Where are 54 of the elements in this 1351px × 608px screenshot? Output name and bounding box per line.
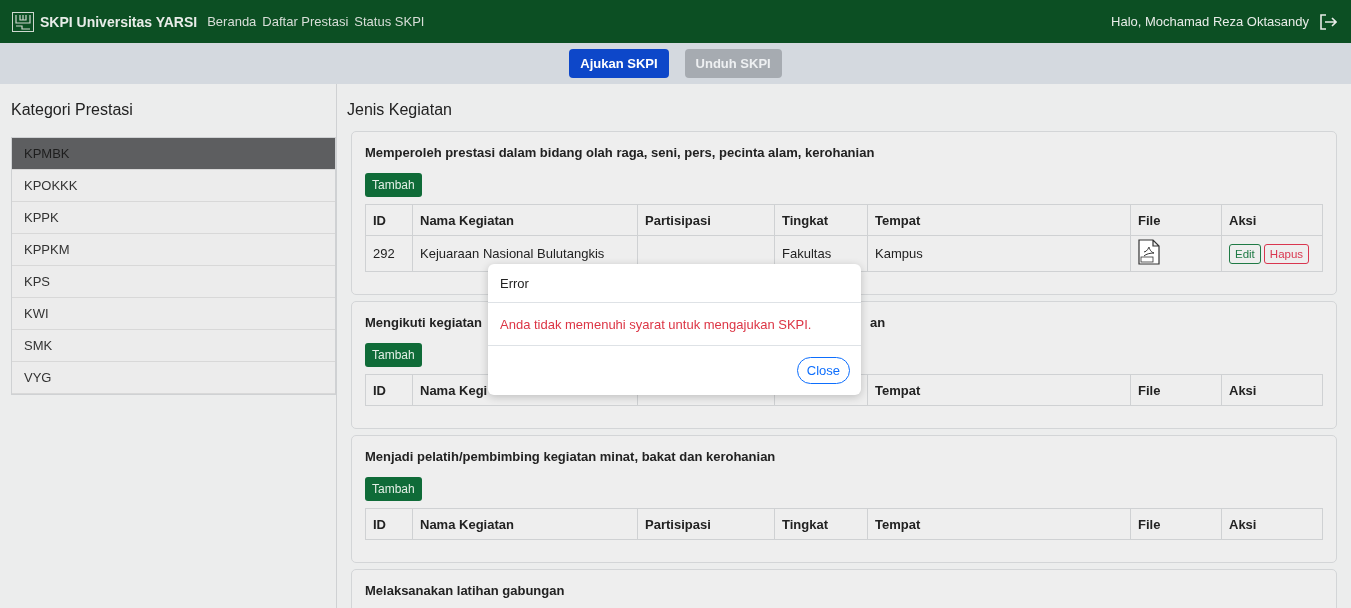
sidebar-item[interactable]: VYG: [12, 362, 335, 394]
card-title: Mengikuti kegiatan: [365, 315, 483, 330]
nav-link[interactable]: Status SKPI: [354, 14, 425, 29]
column-header: Partisipasi: [645, 516, 711, 532]
column-header: Aksi: [1229, 516, 1257, 532]
column-header: Tingkat: [782, 516, 828, 532]
column-header: File: [1138, 382, 1161, 398]
table-cell: Kejuaraan Nasional Bulutangkis: [420, 246, 605, 261]
brand-title[interactable]: SKPI Universitas YARSI: [40, 13, 198, 30]
column-header: Nama Kegi: [420, 382, 488, 398]
add-button[interactable]: Tambah: [365, 173, 422, 197]
column-header: File: [1138, 516, 1161, 532]
sidebar-item[interactable]: KPS: [12, 266, 335, 298]
column-header: Tingkat: [782, 212, 828, 228]
delete-button[interactable]: Hapus: [1263, 243, 1310, 264]
close-button[interactable]: Close: [796, 357, 850, 384]
section-heading: Jenis Kegiatan: [347, 101, 453, 119]
greeting-text: Halo, Mochamad Reza Oktasandy: [1111, 14, 1309, 29]
edit-button[interactable]: Edit: [1229, 243, 1261, 264]
submit-button[interactable]: Ajukan SKPI: [569, 49, 669, 78]
nav-link[interactable]: Beranda: [207, 14, 257, 29]
card-title: Melaksanakan latihan gabungan: [365, 583, 565, 598]
logout-icon[interactable]: [1319, 13, 1337, 30]
column-header: File: [1138, 212, 1161, 228]
column-header: Aksi: [1229, 382, 1257, 398]
column-header: Tempat: [875, 516, 921, 532]
column-header: Nama Kegiatan: [420, 212, 514, 228]
sidebar-item[interactable]: KWI: [12, 298, 335, 330]
logo-icon: [12, 11, 34, 32]
table-cell: Kampus: [875, 246, 923, 261]
sidebar-item[interactable]: SMK: [12, 330, 335, 362]
column-header: Partisipasi: [645, 212, 711, 228]
card-title: Memperoleh prestasi dalam bidang olah raga, seni, pers, pecinta alam, kerohanian: [365, 145, 875, 160]
table-cell: Fakultas: [782, 246, 832, 261]
error-message: Anda tidak memenuhi syarat untuk mengajukan SKPI.: [488, 303, 861, 346]
sidebar-title: Kategori Prestasi: [11, 101, 134, 119]
column-header: ID: [373, 516, 386, 532]
column-header: Aksi: [1229, 212, 1257, 228]
sidebar-item[interactable]: KPPK: [12, 202, 335, 234]
sidebar-item[interactable]: KPOKKK: [12, 170, 335, 202]
table-cell: 292: [373, 246, 395, 261]
sidebar-item[interactable]: KPPKM: [12, 234, 335, 266]
card-title: an: [870, 315, 886, 330]
card-title: Menjadi pelatih/pembimbing kegiatan minat, bakat dan kerohanian: [365, 449, 776, 464]
nav-link[interactable]: Daftar Prestasi: [262, 14, 349, 29]
column-header: Tempat: [875, 212, 921, 228]
column-header: Tempat: [875, 382, 921, 398]
add-button[interactable]: Tambah: [365, 477, 422, 501]
column-header: ID: [373, 382, 386, 398]
column-header: ID: [373, 212, 386, 228]
pdf-file-icon[interactable]: [1138, 239, 1160, 265]
column-header: Nama Kegiatan: [420, 516, 514, 532]
dialog-title: Error: [488, 264, 861, 303]
add-button[interactable]: Tambah: [365, 343, 422, 367]
